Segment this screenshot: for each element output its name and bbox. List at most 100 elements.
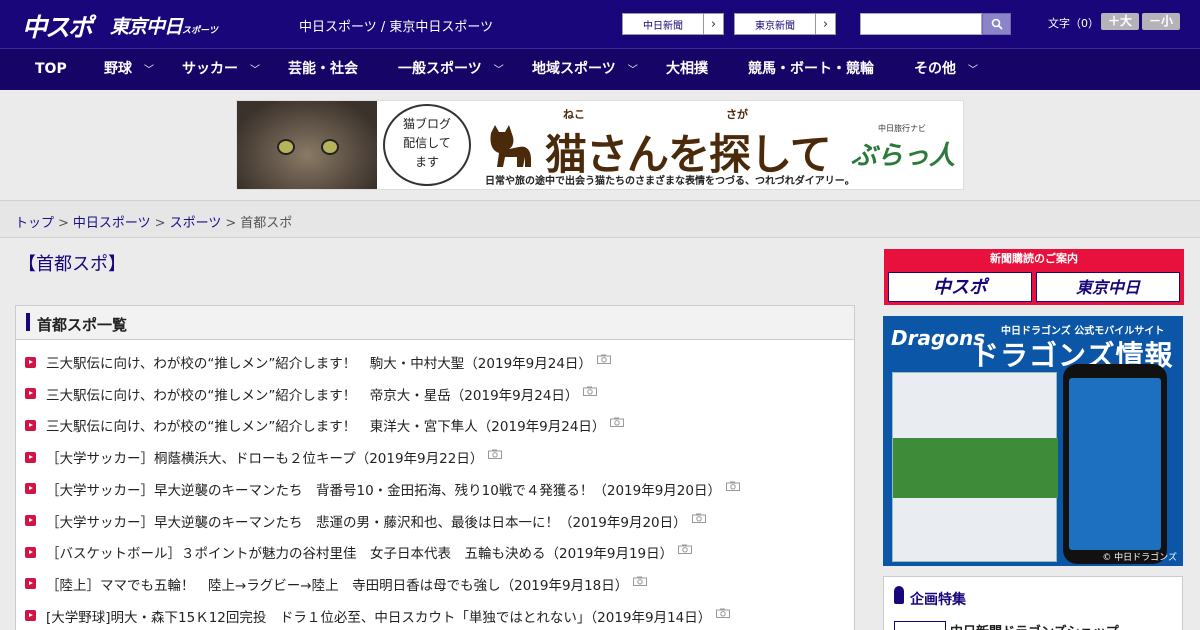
breadcrumb-chunichi-sports[interactable]: 中日スポーツ	[73, 216, 151, 231]
font-size-label: 文字（0）	[1048, 17, 1099, 30]
phone-screen	[1069, 378, 1161, 550]
article-title: ［陸上］ママでも五輪！ 陸上→ラグビー→陸上 寺田明日香は母でも強し（2019年…	[46, 577, 629, 594]
breadcrumb-sports[interactable]: スポーツ	[170, 216, 222, 231]
banner-brand: ぶらっ人	[851, 141, 956, 171]
nav-label: 地域スポーツ	[532, 61, 616, 77]
article-list-item[interactable]: [大学野球]明大・森下15Ｋ12回完投 ドラ１位必至、中日スカウト「単独ではとれ…	[25, 606, 731, 626]
game-screen-image	[892, 372, 1058, 562]
tokyo-shimbun-label: 東京新聞	[755, 20, 795, 32]
phone-image	[1063, 364, 1167, 564]
article-list-item[interactable]: ［バスケットボール］３ポイントが魅力の谷村里佳 女子日本代表 五輪も決める（20…	[25, 542, 693, 562]
ruby-saga: さが	[726, 108, 748, 121]
camera-icon	[725, 481, 740, 491]
cat-photo	[237, 101, 377, 189]
breadcrumb-bar: トップ > 中日スポーツ > スポーツ > 首都スポ	[0, 200, 1200, 238]
cat-silhouette-icon	[490, 125, 531, 167]
subscribe-chuspo-button[interactable]: 中スポ	[888, 272, 1032, 302]
nav-label: 野球	[104, 61, 132, 77]
dragons-info-banner[interactable]: Dragons 中日ドラゴンズ 公式モバイルサイト ドラゴンズ情報 © 中日ドラ…	[883, 316, 1183, 566]
bullet-arrow-icon	[25, 483, 36, 495]
article-list-item[interactable]: 三大駅伝に向け、わが校の“推しメン”紹介します！ 駒大・中村大聖（2019年9月…	[25, 352, 611, 372]
tokyo-logo-text: 東京中日	[110, 16, 183, 38]
main-nav: TOP 野球 ﹀ サッカー ﹀ 芸能・社会 一般スポーツ ﹀ 地域スポーツ ﹀ 大相撲 …	[0, 48, 1200, 90]
speech-bubble: 猫ブログ 配信して ます	[383, 104, 471, 186]
cat-eye	[277, 139, 295, 155]
chevron-right-icon: ›	[815, 14, 835, 34]
article-title: 三大駅伝に向け、わが校の“推しメン”紹介します！ 駒大・中村大聖（2019年9月…	[46, 356, 592, 372]
nav-item-local-sports[interactable]: 地域スポーツ ﹀	[532, 49, 638, 90]
camera-icon	[678, 544, 693, 555]
breadcrumb: トップ > 中日スポーツ > スポーツ > 首都スポ	[15, 212, 292, 231]
article-title: ［大学サッカー］桐蔭横浜大、ドローも２位キープ（2019年9月22日）	[46, 451, 484, 468]
search-icon	[991, 18, 1003, 30]
article-title: 三大駅伝に向け、わが校の“推しメン”紹介します！ 東洋大・宮下隼人（2019年9…	[46, 419, 606, 436]
camera-icon	[583, 386, 598, 396]
bullet-arrow-icon	[25, 546, 36, 558]
camera-icon	[691, 513, 706, 523]
nav-item-other[interactable]: その他 ﹀	[914, 49, 978, 90]
bubble-line: 猫ブログ	[402, 117, 451, 131]
article-list-item[interactable]: 三大駅伝に向け、わが校の“推しメン”紹介します！ 東洋大・宮下隼人（2019年9…	[25, 415, 625, 436]
chevron-down-icon: ﹀	[627, 65, 638, 76]
subscription-banner[interactable]: 新聞購読のご案内 中スポ 東京中日	[884, 249, 1184, 305]
bullet-arrow-icon	[25, 610, 36, 622]
breadcrumb-separator: >	[225, 216, 237, 231]
article-list-heading: 首都スポ一覧	[37, 316, 128, 334]
article-list-item[interactable]: ［陸上］ママでも五輪！ 陸上→ラグビー→陸上 寺田明日香は母でも強し（2019年…	[25, 574, 648, 594]
font-bigger-button[interactable]: ＋大	[1101, 13, 1139, 30]
article-list-header: 首都スポ一覧	[16, 306, 854, 340]
chevron-down-icon: ﹀	[968, 65, 978, 76]
chunichi-shimbun-label: 中日新聞	[643, 20, 683, 32]
cat-eye	[321, 139, 339, 155]
feature-title: 企画特集	[910, 592, 966, 608]
camera-icon	[488, 449, 503, 460]
nav-item-racing[interactable]: 競馬・ボート・競輪	[748, 49, 874, 90]
search-input[interactable]	[860, 13, 982, 35]
nav-label: 大相撲	[666, 61, 708, 77]
nav-item-entertainment[interactable]: 芸能・社会	[288, 49, 358, 90]
bullet-arrow-icon	[25, 515, 36, 526]
bullet-arrow-icon	[25, 388, 36, 400]
nav-item-soccer[interactable]: サッカー ﹀	[182, 49, 260, 90]
feature-section: 企画特集 中日新聞ドラゴンズショップ	[883, 576, 1183, 630]
nav-label: 芸能・社会	[288, 61, 358, 77]
nav-item-general-sports[interactable]: 一般スポーツ ﹀	[398, 49, 504, 90]
nav-label: 競馬・ボート・競輪	[748, 61, 874, 77]
article-list-item[interactable]: ［大学サッカー］桐蔭横浜大、ドローも２位キープ（2019年9月22日）	[25, 447, 503, 468]
font-smaller-button[interactable]: －小	[1142, 13, 1180, 30]
chevron-down-icon: ﹀	[144, 65, 154, 76]
chevron-down-icon: ﹀	[493, 65, 504, 76]
subscribe-tokyo-chunichi-button[interactable]: 東京中日	[1036, 272, 1180, 302]
cat-blog-banner[interactable]: 猫ブログ 配信して ます ねこ さが 猫さんを探して 中日旅行ナビ ぶらっ人 日…	[236, 100, 964, 190]
article-list-item[interactable]: ［大学サッカー］早大逆襲のキーマンたち 悲運の男・藤沢和也、最後は日本一に！（2…	[25, 511, 706, 531]
article-title: ［大学サッカー］早大逆襲のキーマンたち 悲運の男・藤沢和也、最後は日本一に！（2…	[46, 514, 687, 531]
feature-thumbnail[interactable]	[894, 621, 946, 630]
camera-icon	[633, 576, 648, 586]
article-list-item[interactable]: ［大学サッカー］早大逆襲のキーマンたち 背番号10・金田拓海、残り10戦で４発獲…	[25, 479, 740, 499]
heading-accent-bar	[26, 313, 30, 331]
nav-label: TOP	[35, 61, 67, 77]
article-list-item[interactable]: 三大駅伝に向け、わが校の“推しメン”紹介します！ 帝京大・星岳（2019年9月2…	[25, 384, 598, 404]
chuspo-logo[interactable]: 中スポ	[22, 8, 93, 44]
chevron-right-icon: ›	[703, 14, 723, 34]
chunichi-shimbun-link[interactable]: 中日新聞 ›	[622, 13, 724, 35]
breadcrumb-current: 首都スポ	[240, 216, 293, 231]
subscription-heading: 新聞購読のご案内	[990, 252, 1078, 265]
article-title: [大学野球]明大・森下15Ｋ12回完投 ドラ１位必至、中日スカウト「単独ではとれ…	[46, 609, 712, 626]
banner-subtitle: 日常や旅の途中で出会う猫たちのさまざまな表情をつづる、つれづれダイアリー。	[485, 176, 855, 187]
search-button[interactable]	[982, 13, 1011, 35]
bubble-line: 配信して	[403, 136, 451, 150]
breadcrumb-top[interactable]: トップ	[15, 216, 54, 231]
bullet-arrow-icon	[25, 419, 36, 431]
tokyo-chunichi-logo[interactable]: 東京中日スポーツ	[110, 12, 218, 39]
dragons-copyright: © 中日ドラゴンズ	[1102, 553, 1177, 563]
ribbon-icon	[894, 586, 904, 604]
bubble-line: ます	[414, 155, 439, 169]
nav-item-top[interactable]: TOP	[35, 49, 67, 90]
feature-item-link[interactable]: 中日新聞ドラゴンズショップ	[950, 621, 1119, 630]
nav-item-baseball[interactable]: 野球 ﹀	[104, 49, 154, 90]
breadcrumb-separator: >	[154, 216, 166, 231]
nav-label: サッカー	[182, 61, 238, 77]
tokyo-shimbun-link[interactable]: 東京新聞 ›	[734, 13, 836, 35]
nav-item-sumo[interactable]: 大相撲	[666, 49, 708, 90]
